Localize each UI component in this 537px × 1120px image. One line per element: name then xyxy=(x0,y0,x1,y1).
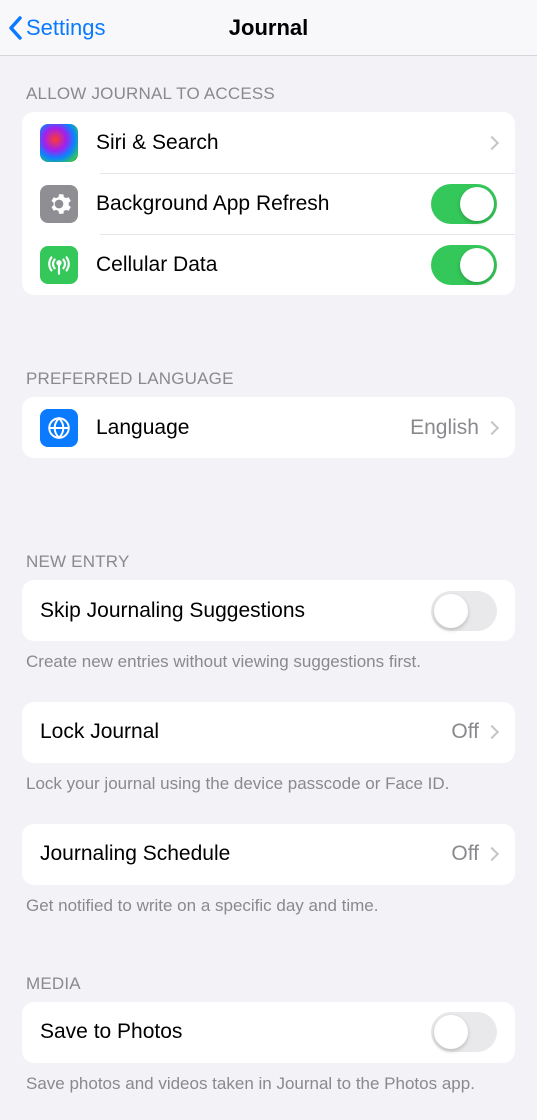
skip-group: Skip Journaling Suggestions xyxy=(22,580,515,641)
cellular-toggle[interactable] xyxy=(431,245,497,285)
refresh-toggle[interactable] xyxy=(431,184,497,224)
schedule-footer: Get notified to write on a specific day … xyxy=(26,895,511,918)
save-label: Save to Photos xyxy=(40,1020,431,1044)
save-toggle[interactable] xyxy=(431,1012,497,1052)
back-label: Settings xyxy=(26,15,106,41)
lock-value: Off xyxy=(451,720,479,744)
back-button[interactable]: Settings xyxy=(6,15,106,41)
lock-footer: Lock your journal using the device passc… xyxy=(26,773,511,796)
language-row[interactable]: Language English xyxy=(22,397,515,458)
globe-icon xyxy=(40,409,78,447)
schedule-row[interactable]: Journaling Schedule Off xyxy=(22,824,515,885)
skip-suggestions-row: Skip Journaling Suggestions xyxy=(22,580,515,641)
siri-search-row[interactable]: Siri & Search xyxy=(22,112,515,173)
chevron-right-icon xyxy=(485,420,499,434)
language-value: English xyxy=(410,416,479,440)
chevron-right-icon xyxy=(485,847,499,861)
section-header-media: MEDIA xyxy=(26,974,515,994)
chevron-right-icon xyxy=(485,725,499,739)
save-footer: Save photos and videos taken in Journal … xyxy=(26,1073,511,1096)
background-refresh-row: Background App Refresh xyxy=(22,173,515,234)
page-title: Journal xyxy=(229,15,308,41)
access-group: Siri & Search Background App Refresh Cel… xyxy=(22,112,515,295)
section-header-language: PREFERRED LANGUAGE xyxy=(26,369,515,389)
lock-label: Lock Journal xyxy=(40,720,451,744)
lock-journal-row[interactable]: Lock Journal Off xyxy=(22,702,515,763)
schedule-group: Journaling Schedule Off xyxy=(22,824,515,885)
section-header-access: ALLOW JOURNAL TO ACCESS xyxy=(26,84,515,104)
siri-label: Siri & Search xyxy=(96,131,487,155)
antenna-icon xyxy=(40,246,78,284)
skip-label: Skip Journaling Suggestions xyxy=(40,599,431,623)
gear-icon xyxy=(40,185,78,223)
skip-toggle[interactable] xyxy=(431,591,497,631)
chevron-left-icon xyxy=(6,15,24,41)
language-label: Language xyxy=(96,416,410,440)
navigation-bar: Settings Journal xyxy=(0,0,537,56)
schedule-label: Journaling Schedule xyxy=(40,842,451,866)
media-group: Save to Photos xyxy=(22,1002,515,1063)
language-group: Language English xyxy=(22,397,515,458)
cellular-data-row: Cellular Data xyxy=(22,234,515,295)
chevron-right-icon xyxy=(485,135,499,149)
save-photos-row: Save to Photos xyxy=(22,1002,515,1063)
refresh-label: Background App Refresh xyxy=(96,192,431,216)
skip-footer: Create new entries without viewing sugge… xyxy=(26,651,511,674)
section-header-new-entry: NEW ENTRY xyxy=(26,552,515,572)
siri-icon xyxy=(40,124,78,162)
cellular-label: Cellular Data xyxy=(96,253,431,277)
schedule-value: Off xyxy=(451,842,479,866)
lock-group: Lock Journal Off xyxy=(22,702,515,763)
